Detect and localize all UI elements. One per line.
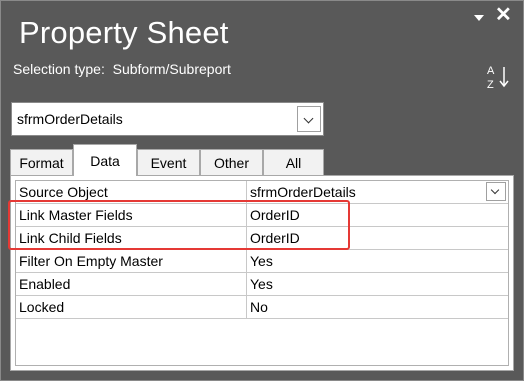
selection-type: Selection type: Subform/Subreport [13,61,231,77]
sort-az-icon[interactable]: A Z [485,63,513,91]
property-row-source-object[interactable]: Source Object sfrmOrderDetails [16,181,508,204]
tab-label: All [285,154,302,171]
selection-type-value: Subform/Subreport [112,61,231,77]
property-sheet-pane: Property Sheet ✕ Selection type: Subform… [0,0,524,381]
tab-label: Format [19,154,64,171]
property-name: Link Child Fields [16,227,247,249]
svg-text:Z: Z [487,79,494,91]
property-name: Enabled [16,273,247,295]
property-value[interactable]: Yes [247,250,508,272]
selection-type-label: Selection type: [13,61,105,77]
property-value[interactable]: No [247,296,508,318]
chevron-down-icon [490,185,500,195]
property-row-link-child-fields[interactable]: Link Child Fields OrderID [16,227,508,250]
tab-label: Other [213,154,249,171]
tab-all[interactable]: All [263,149,324,175]
tab-label: Event [150,154,187,171]
property-row-locked[interactable]: Locked No [16,296,508,319]
object-selector-combo[interactable]: sfrmOrderDetails [11,102,324,136]
property-row-link-master-fields[interactable]: Link Master Fields OrderID [16,204,508,227]
close-x-icon[interactable]: ✕ [495,5,512,25]
property-value[interactable]: sfrmOrderDetails [247,181,508,203]
object-selector-value: sfrmOrderDetails [17,111,123,127]
tab-other[interactable]: Other [200,149,263,175]
tab-data[interactable]: Data [73,144,137,176]
tab-event[interactable]: Event [137,149,200,175]
property-grid: Source Object sfrmOrderDetails Link Mast… [15,180,509,366]
property-name: Locked [16,296,247,318]
tab-panel-data: Source Object sfrmOrderDetails Link Mast… [10,175,514,371]
property-value[interactable]: OrderID [247,204,508,226]
property-dropdown-button[interactable] [486,182,506,201]
svg-text:A: A [487,65,495,77]
property-name: Filter On Empty Master [16,250,247,272]
chevron-down-icon [303,113,314,124]
property-row-enabled[interactable]: Enabled Yes [16,273,508,296]
property-name: Source Object [16,181,247,203]
property-value[interactable]: OrderID [247,227,508,249]
property-row-filter-on-empty-master[interactable]: Filter On Empty Master Yes [16,250,508,273]
property-name: Link Master Fields [16,204,247,226]
object-selector-dropdown-button[interactable] [297,106,321,132]
tab-label: Data [90,152,120,169]
triangle-down-icon[interactable] [474,15,484,21]
tab-format[interactable]: Format [10,149,73,175]
property-value[interactable]: Yes [247,273,508,295]
pane-title: Property Sheet [19,15,229,50]
